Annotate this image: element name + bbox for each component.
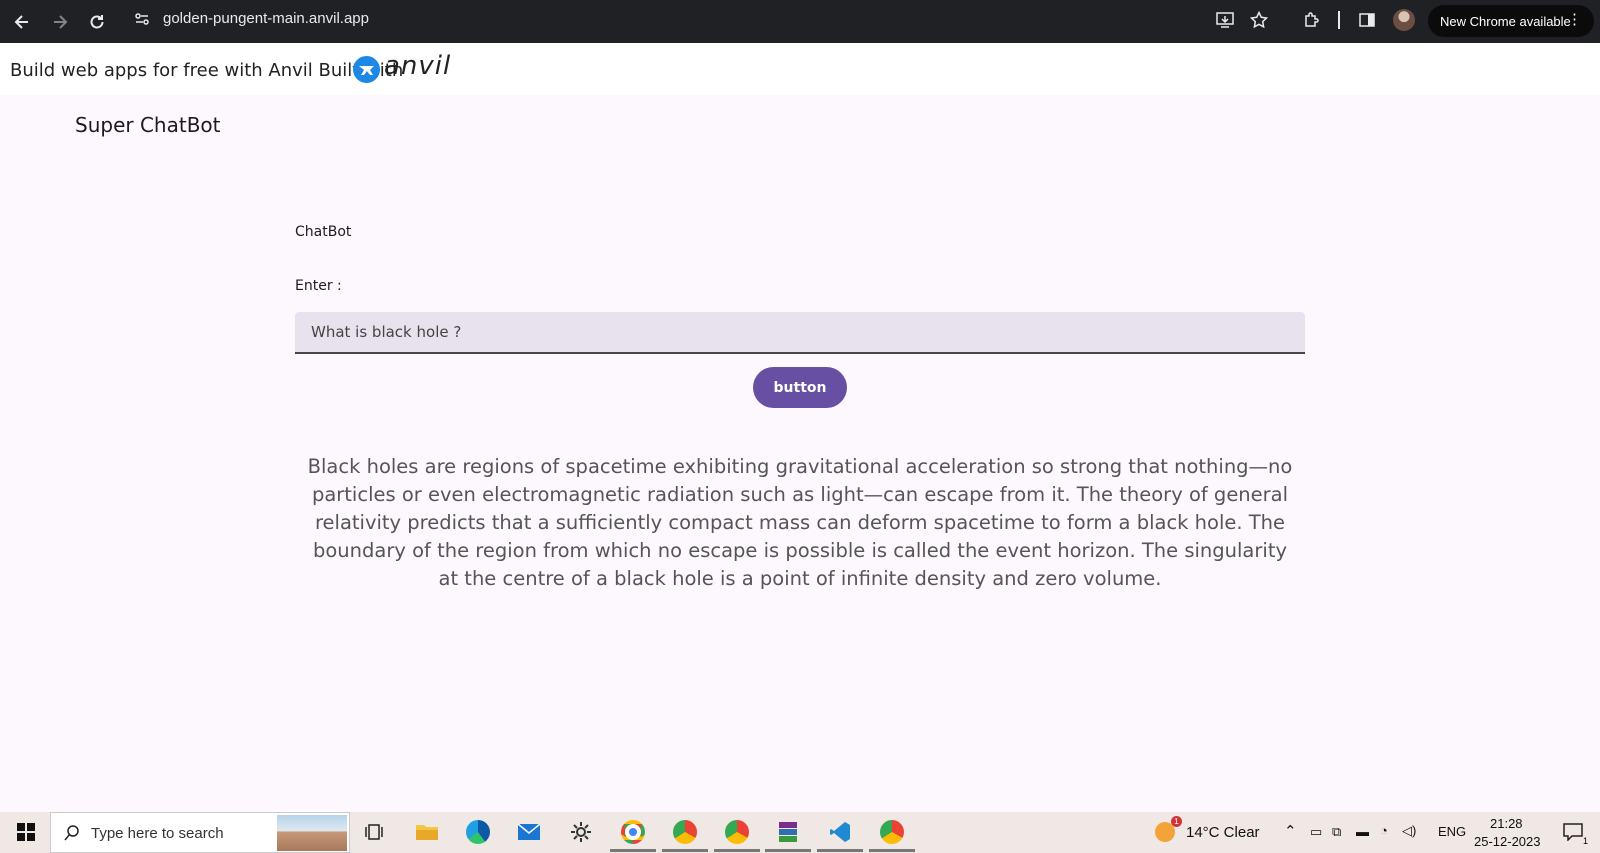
question-input[interactable] — [295, 312, 1305, 354]
search-highlight-image — [277, 815, 347, 851]
volume-icon[interactable]: ◁) — [1402, 823, 1416, 839]
edge-browser-icon[interactable] — [463, 818, 493, 846]
anvil-logo-icon[interactable] — [353, 56, 380, 83]
language-indicator[interactable]: ENG — [1438, 824, 1466, 839]
toolbar-divider — [1338, 11, 1340, 29]
extensions-puzzle-icon[interactable] — [1300, 8, 1324, 32]
winrar-icon[interactable] — [765, 818, 811, 852]
profile-avatar[interactable] — [1392, 8, 1416, 32]
browser-toolbar: golden-pungent-main.anvil.app New Chrome… — [0, 0, 1600, 43]
wifi-icon[interactable]: ◔ — [1380, 823, 1388, 838]
settings-gear-icon[interactable] — [566, 818, 596, 846]
answer-text: Black holes are regions of spacetime exh… — [307, 455, 1293, 590]
battery-icon[interactable]: ▬ — [1356, 824, 1369, 839]
site-info-icon[interactable] — [134, 11, 150, 32]
notification-icon[interactable]: 1 — [1558, 818, 1588, 846]
kebab-menu-icon[interactable]: ⋮ — [1567, 11, 1582, 29]
anvil-banner[interactable]: Build web apps for free with Anvil Built… — [0, 43, 1600, 95]
file-explorer-icon[interactable] — [412, 818, 442, 846]
meet-icon[interactable]: ▭ — [1310, 824, 1322, 840]
enter-label: Enter : — [295, 278, 342, 294]
vscode-icon[interactable] — [817, 818, 863, 852]
reload-button[interactable] — [81, 6, 113, 38]
url-text[interactable]: golden-pungent-main.anvil.app — [163, 10, 369, 27]
windows-taskbar: Type here to search 1 14°C Clear ⌃ ▭ ⧉ ▬… — [0, 812, 1600, 853]
chrome-profile4-icon[interactable] — [869, 818, 915, 852]
weather-text[interactable]: 14°C Clear — [1186, 824, 1260, 841]
chatbot-label: ChatBot — [295, 224, 352, 240]
install-app-icon[interactable] — [1213, 8, 1237, 32]
taskbar-search[interactable]: Type here to search — [50, 812, 350, 853]
task-view-icon[interactable] — [360, 818, 390, 846]
reload-icon — [90, 15, 104, 29]
forward-arrow-icon — [54, 15, 68, 29]
mail-icon[interactable] — [514, 818, 544, 846]
camera-icon[interactable]: ⧉ — [1332, 824, 1341, 840]
update-chrome-button[interactable]: New Chrome available ⋮ — [1428, 5, 1594, 37]
search-placeholder: Type here to search — [91, 825, 224, 842]
clock-time[interactable]: 21:28 — [1490, 816, 1523, 831]
chrome-profile2-icon[interactable] — [662, 818, 708, 852]
chrome-taskbar-icon[interactable] — [610, 818, 656, 852]
submit-button[interactable]: button — [753, 367, 847, 408]
back-arrow-icon — [14, 15, 28, 29]
chrome-profile3-icon[interactable] — [714, 818, 760, 852]
avatar-icon — [1393, 9, 1415, 31]
back-button[interactable] — [6, 6, 38, 38]
update-chrome-label: New Chrome available — [1440, 13, 1571, 29]
start-button[interactable] — [11, 818, 41, 846]
windows-logo-icon — [17, 823, 35, 841]
anvil-logo-text[interactable]: anvil — [384, 51, 451, 81]
clock-date[interactable]: 25-12-2023 — [1474, 834, 1541, 849]
chevron-up-icon[interactable]: ⌃ — [1284, 822, 1297, 840]
side-panel-icon[interactable] — [1355, 8, 1379, 32]
banner-text[interactable]: Build web apps for free with Anvil Built… — [10, 60, 403, 81]
bookmark-star-icon[interactable] — [1247, 8, 1271, 32]
weather-icon[interactable]: 1 — [1150, 816, 1182, 846]
weather-badge: 1 — [1171, 816, 1182, 827]
notification-count: 1 — [1582, 836, 1588, 846]
forward-button[interactable] — [44, 6, 76, 38]
app-title: Super ChatBot — [75, 113, 221, 137]
search-icon — [63, 824, 81, 847]
